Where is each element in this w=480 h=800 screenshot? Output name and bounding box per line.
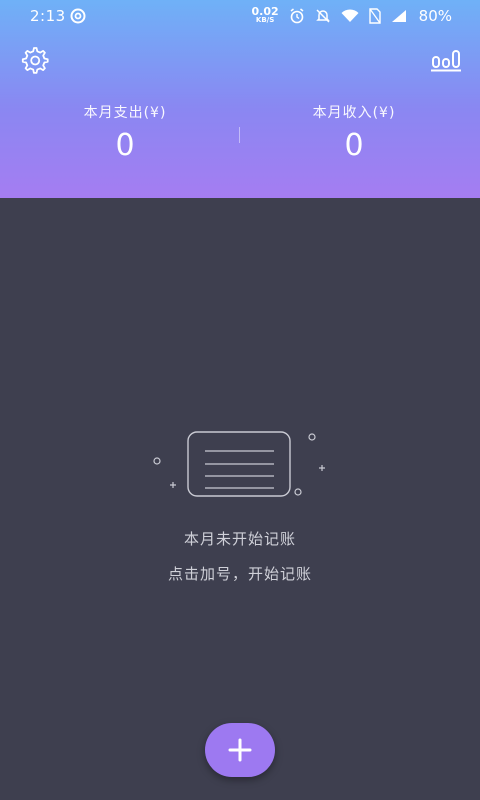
net-speed: 0.02 KB/S: [251, 5, 279, 24]
net-speed-unit: KB/S: [255, 16, 275, 24]
gear-icon: [21, 47, 49, 74]
income-label: 本月收入(¥): [312, 105, 396, 121]
empty-document-icon: [148, 425, 332, 505]
battery-percent: 80%: [418, 7, 452, 25]
monthly-expense[interactable]: 本月支出(¥) 0: [5, 102, 245, 163]
settings-button[interactable]: [19, 45, 49, 75]
expense-label: 本月支出(¥): [83, 105, 167, 121]
app-notification-icon: [70, 8, 86, 24]
alarm-icon: [289, 8, 305, 24]
header: 2:13 0.02 KB/S 80% 本月支出(¥) 0 本月收入(¥) 0: [0, 0, 480, 198]
monthly-income[interactable]: 本月收入(¥) 0: [234, 102, 474, 163]
income-value: 0: [344, 128, 364, 163]
add-record-button[interactable]: [205, 723, 275, 777]
net-speed-value: 0.02: [251, 5, 279, 18]
bar-chart-icon: [431, 50, 461, 72]
status-icons: 0.02 KB/S 80%: [252, 6, 452, 26]
status-time: 2:13: [30, 7, 66, 25]
no-sim-icon: [368, 8, 381, 24]
status-bar: 2:13 0.02 KB/S 80%: [0, 0, 480, 32]
mute-icon: [315, 8, 331, 24]
signal-icon: [391, 9, 407, 23]
expense-value: 0: [115, 128, 135, 163]
empty-state-title: 本月未开始记账: [183, 530, 296, 548]
empty-state-subtitle: 点击加号，开始记账: [167, 565, 312, 583]
statistics-button[interactable]: [430, 47, 462, 73]
app-screen: 2:13 0.02 KB/S 80% 本月支出(¥) 0 本月收入(¥) 0 本…: [0, 0, 480, 800]
wifi-icon: [341, 9, 359, 23]
plus-icon: [228, 738, 252, 762]
